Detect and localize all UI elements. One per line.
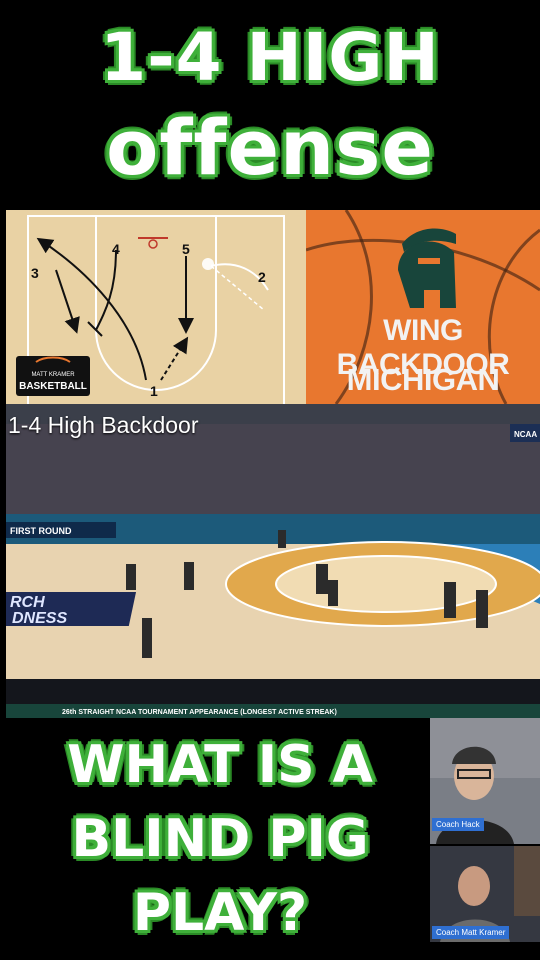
- player-4-label: 4: [112, 241, 120, 257]
- bottom-line-2: BLIND PIG: [71, 809, 369, 869]
- player-1-label: 1: [150, 383, 158, 399]
- logo-line-2: BASKETBALL: [19, 381, 87, 392]
- title-line-2: offense: [106, 103, 434, 192]
- webcam-coach-hack: Coach Hack: [430, 718, 540, 844]
- title-line-1: 1-4 HIGH: [100, 19, 440, 96]
- first-round-banner: FIRST ROUND: [10, 526, 72, 536]
- bottom-line-3: PLAY?: [132, 883, 308, 943]
- ncaa-corner-logo: NCAA: [514, 430, 537, 439]
- rim: [148, 239, 158, 249]
- floor-line-2: DNESS: [12, 610, 67, 627]
- webcam-label-2: Coach Matt Kramer: [432, 926, 510, 939]
- bottom-question: WHAT IS A BLIND PIG PLAY?: [20, 728, 420, 950]
- floor-line-1: RCH: [10, 594, 45, 611]
- score-ticker: 26th STRAIGHT NCAA TOURNAMENT APPEARANCE…: [62, 709, 337, 716]
- play-diagram-svg: 3 4 5 2 1 MATT KRAMER BASKETBALL: [16, 215, 285, 404]
- player-3-label: 3: [31, 265, 39, 281]
- bottom-line-1: WHAT IS A: [67, 735, 373, 795]
- matt-kramer-basketball-logo: MATT KRAMER BASKETBALL: [16, 356, 90, 396]
- video-title: 1-4 High Backdoor: [8, 412, 199, 438]
- logo-line-1: MATT KRAMER: [31, 372, 75, 378]
- spartan-helmet-icon: [398, 228, 456, 308]
- webcam-coach-matt-kramer: Coach Matt Kramer: [430, 846, 540, 942]
- webcam-label-1: Coach Hack: [432, 818, 484, 831]
- player-5-label: 5: [182, 241, 190, 257]
- court-diagram: 3 4 5 2 1 MATT KRAMER BASKETBALL: [6, 210, 306, 404]
- arena-scene: RCH DNESS FIRST ROUND NCAA 26th STRAIGHT …: [6, 404, 540, 718]
- player-2-label: 2: [258, 269, 266, 285]
- game-video-frame: RCH DNESS FIRST ROUND NCAA 26th STRAIGHT …: [6, 404, 540, 718]
